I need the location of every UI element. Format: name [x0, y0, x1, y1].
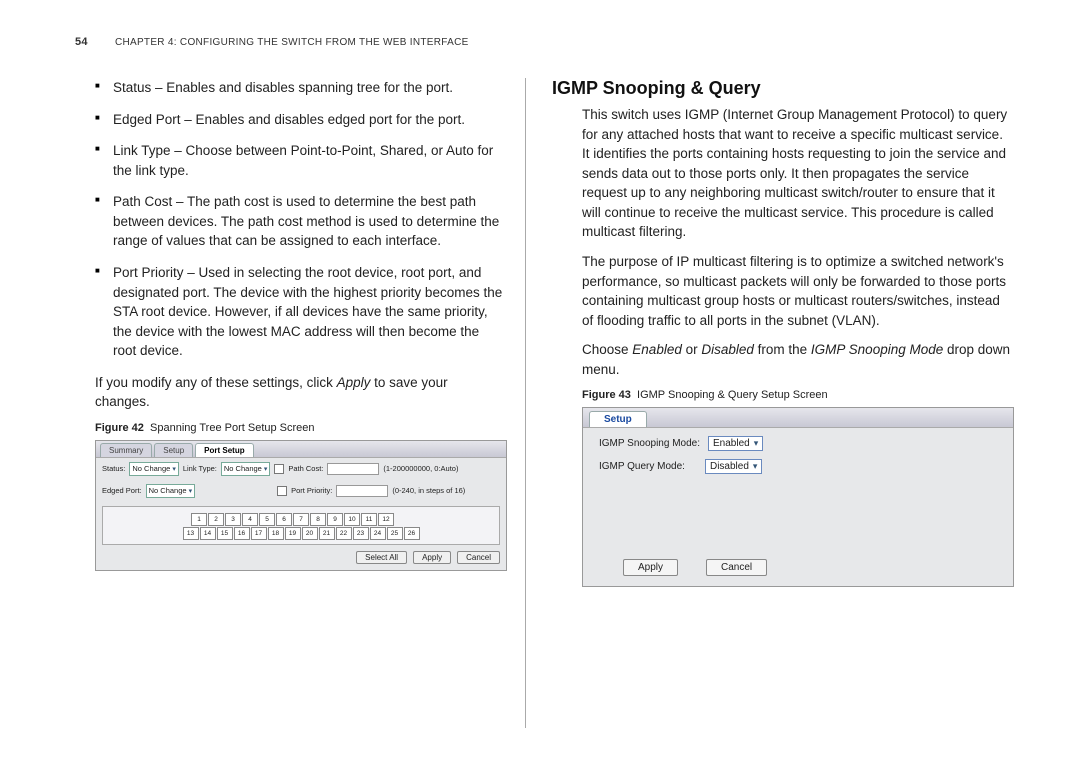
port-9[interactable]: 9 — [327, 513, 343, 526]
port-26[interactable]: 26 — [404, 527, 420, 540]
ports-row-1: 123456789101112 — [191, 513, 411, 526]
port-2[interactable]: 2 — [208, 513, 224, 526]
cancel-button[interactable]: Cancel — [706, 559, 767, 576]
left-column: Status – Enables and disables spanning t… — [75, 78, 525, 728]
apply-instruction: If you modify any of these settings, cli… — [95, 373, 505, 412]
portpriority-hint: (0-240, in steps of 16) — [392, 486, 465, 495]
port-25[interactable]: 25 — [387, 527, 403, 540]
port-17[interactable]: 17 — [251, 527, 267, 540]
apply-button[interactable]: Apply — [413, 551, 451, 564]
section-heading-igmp: IGMP Snooping & Query — [552, 78, 1012, 99]
port-1[interactable]: 1 — [191, 513, 207, 526]
linktype-label: Link Type: — [183, 464, 217, 473]
port-23[interactable]: 23 — [353, 527, 369, 540]
selectall-button[interactable]: Select All — [356, 551, 407, 564]
tab-setup[interactable]: Setup — [154, 443, 193, 457]
port-13[interactable]: 13 — [183, 527, 199, 540]
pathcost-label: Path Cost: — [288, 464, 323, 473]
figure43-caption: Figure 43 IGMP Snooping & Query Setup Sc… — [582, 389, 1012, 401]
status-label: Status: — [102, 464, 125, 473]
fig42-tabbar: Summary Setup Port Setup — [96, 441, 506, 458]
portpriority-label: Port Priority: — [291, 486, 332, 495]
right-column: IGMP Snooping & Query This switch uses I… — [536, 78, 1012, 728]
figure42-screenshot: Summary Setup Port Setup Status: No Chan… — [95, 440, 507, 571]
igmp-paragraph-3: Choose Enabled or Disabled from the IGMP… — [582, 340, 1012, 379]
port-21[interactable]: 21 — [319, 527, 335, 540]
snooping-mode-select[interactable]: Enabled — [708, 436, 763, 451]
linktype-select[interactable]: No Change — [221, 462, 270, 476]
portpriority-checkbox[interactable] — [277, 486, 287, 496]
port-selector-panel: 123456789101112 131415161718192021222324… — [102, 506, 500, 545]
figure43-screenshot: Setup IGMP Snooping Mode: Enabled IGMP Q… — [582, 407, 1014, 587]
port-3[interactable]: 3 — [225, 513, 241, 526]
cancel-button[interactable]: Cancel — [457, 551, 500, 564]
tab-setup[interactable]: Setup — [589, 411, 647, 427]
port-10[interactable]: 10 — [344, 513, 360, 526]
ports-row-2: 1314151617181920212223242526 — [183, 527, 420, 540]
bullet-edged-port: Edged Port – Enables and disables edged … — [95, 110, 505, 130]
figure42-caption: Figure 42 Spanning Tree Port Setup Scree… — [95, 422, 505, 434]
bullet-port-priority: Port Priority – Used in selecting the ro… — [95, 263, 505, 361]
snooping-mode-label: IGMP Snooping Mode: — [599, 438, 700, 449]
port-8[interactable]: 8 — [310, 513, 326, 526]
port-7[interactable]: 7 — [293, 513, 309, 526]
bullet-link-type: Link Type – Choose between Point-to-Poin… — [95, 141, 505, 180]
document-page: 54 CHAPTER 4: CONFIGURING THE SWITCH FRO… — [0, 0, 1080, 762]
status-select[interactable]: No Change — [129, 462, 178, 476]
chapter-title: CHAPTER 4: CONFIGURING THE SWITCH FROM T… — [115, 37, 469, 48]
bullet-path-cost: Path Cost – The path cost is used to det… — [95, 192, 505, 251]
port-24[interactable]: 24 — [370, 527, 386, 540]
tab-port-setup[interactable]: Port Setup — [195, 443, 253, 457]
portpriority-input[interactable] — [336, 485, 388, 497]
igmp-paragraph-1: This switch uses IGMP (Internet Group Ma… — [582, 105, 1012, 242]
port-19[interactable]: 19 — [285, 527, 301, 540]
feature-bullet-list: Status – Enables and disables spanning t… — [75, 78, 505, 361]
edged-select[interactable]: No Change — [146, 484, 195, 498]
port-18[interactable]: 18 — [268, 527, 284, 540]
port-16[interactable]: 16 — [234, 527, 250, 540]
port-14[interactable]: 14 — [200, 527, 216, 540]
pathcost-hint: (1-200000000, 0:Auto) — [383, 464, 458, 473]
port-5[interactable]: 5 — [259, 513, 275, 526]
column-divider — [525, 78, 526, 728]
page-number: 54 — [75, 36, 88, 48]
bullet-status: Status – Enables and disables spanning t… — [95, 78, 505, 98]
pathcost-input[interactable] — [327, 463, 379, 475]
port-15[interactable]: 15 — [217, 527, 233, 540]
edged-label: Edged Port: — [102, 486, 142, 495]
tab-summary[interactable]: Summary — [100, 443, 152, 457]
fig43-tabbar: Setup — [583, 408, 1013, 428]
pathcost-checkbox[interactable] — [274, 464, 284, 474]
query-mode-label: IGMP Query Mode: — [599, 461, 685, 472]
apply-button[interactable]: Apply — [623, 559, 678, 576]
port-20[interactable]: 20 — [302, 527, 318, 540]
igmp-paragraph-2: The purpose of IP multicast filtering is… — [582, 252, 1012, 330]
page-header: 54 CHAPTER 4: CONFIGURING THE SWITCH FRO… — [75, 36, 1030, 48]
port-11[interactable]: 11 — [361, 513, 377, 526]
query-mode-select[interactable]: Disabled — [705, 459, 762, 474]
port-6[interactable]: 6 — [276, 513, 292, 526]
port-22[interactable]: 22 — [336, 527, 352, 540]
port-12[interactable]: 12 — [378, 513, 394, 526]
port-4[interactable]: 4 — [242, 513, 258, 526]
